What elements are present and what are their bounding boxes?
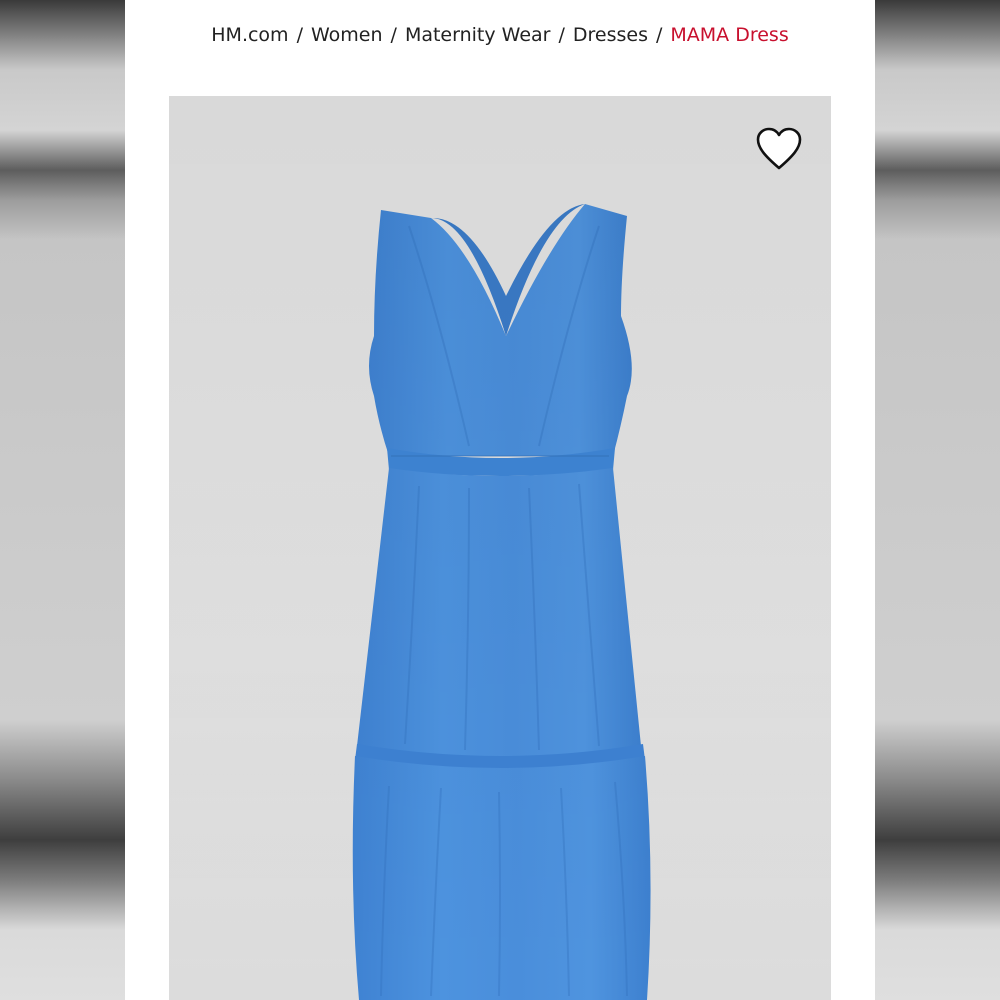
product-page: HM.com / Women / Maternity Wear / Dresses / MAMA… <box>125 0 875 1000</box>
blurred-background-left <box>0 0 125 1000</box>
breadcrumb-separator: / <box>296 24 303 46</box>
breadcrumb-link-dresses[interactable]: Dresses <box>573 24 648 46</box>
heart-outline-icon <box>756 127 802 170</box>
blurred-background-right <box>875 0 1000 1000</box>
dress-image <box>169 96 831 1000</box>
breadcrumb-link-maternity-wear[interactable]: Maternity Wear <box>405 24 551 46</box>
breadcrumb-separator: / <box>390 24 397 46</box>
product-image[interactable] <box>169 96 831 1000</box>
favorite-button[interactable] <box>755 126 803 172</box>
breadcrumb-link-home[interactable]: HM.com <box>211 24 288 46</box>
breadcrumb-separator: / <box>655 24 663 46</box>
breadcrumb: HM.com / Women / Maternity Wear / Dresses / MAMA… <box>125 24 875 46</box>
breadcrumb-current-page: MAMA Dress <box>670 24 789 46</box>
breadcrumb-link-women[interactable]: Women <box>311 24 383 46</box>
breadcrumb-separator: / <box>558 24 565 46</box>
screenshot-frame: HM.com / Women / Maternity Wear / Dresses / MAMA… <box>0 0 1000 1000</box>
